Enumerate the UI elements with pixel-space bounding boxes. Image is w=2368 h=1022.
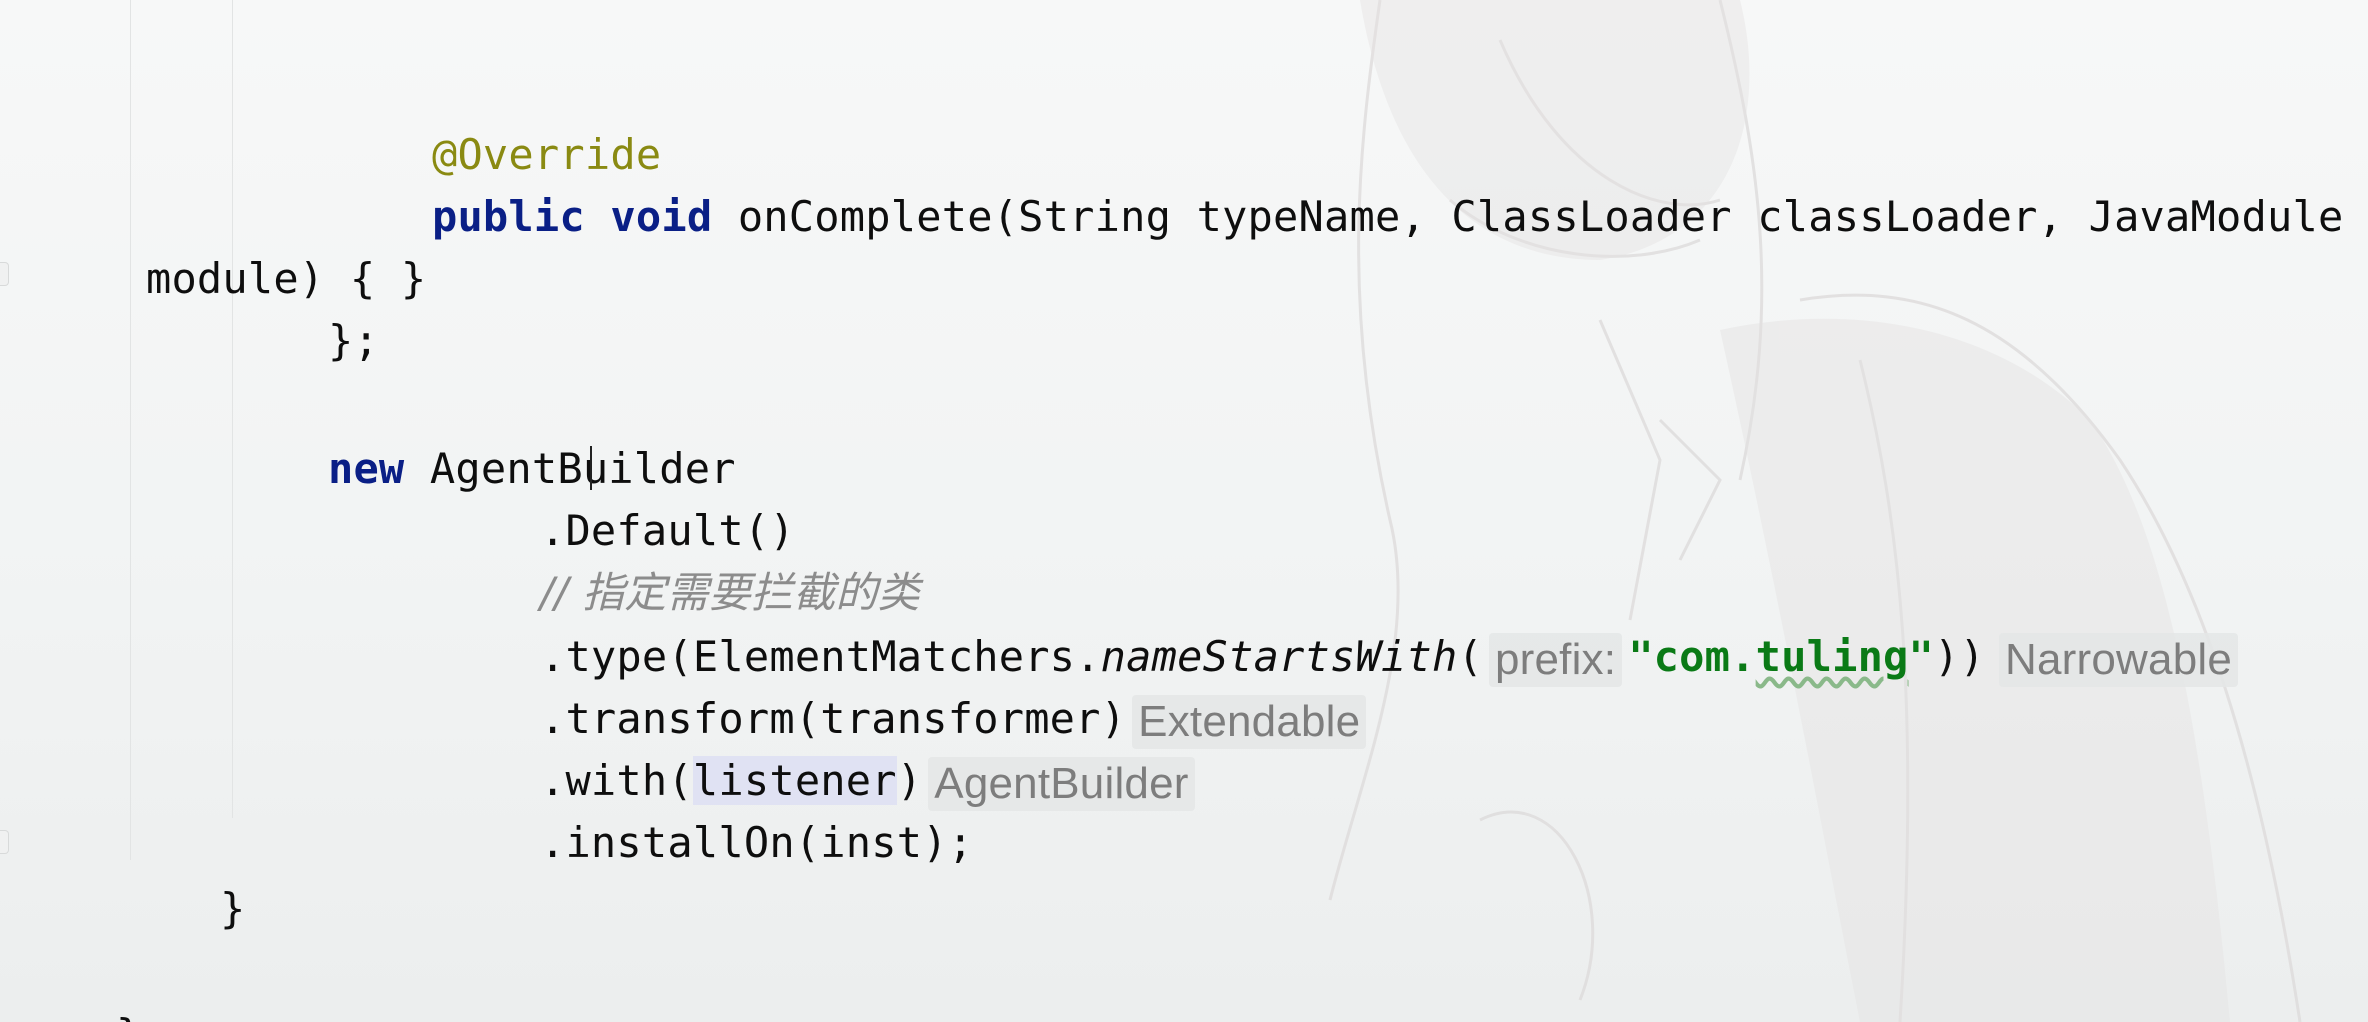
code-text: )): [1934, 632, 1986, 681]
code-line[interactable]: };: [226, 248, 379, 365]
typo-underlined-word: tuling: [1755, 632, 1909, 681]
string-literal: "com.tuling": [1628, 632, 1934, 681]
code-line[interactable]: .Default(): [438, 438, 795, 555]
fold-marker[interactable]: [0, 262, 9, 286]
code-line[interactable]: module) { }: [44, 186, 426, 303]
indent-guide: [130, 0, 131, 860]
code-text: .installOn(inst);: [539, 818, 974, 867]
code-line[interactable]: .transform(transformer) Extendable: [438, 626, 1372, 749]
string-part: ": [1908, 632, 1935, 681]
parameter-hint: prefix:: [1488, 632, 1623, 687]
code-line[interactable]: }: [118, 816, 245, 933]
keyword-void: void: [610, 192, 713, 241]
code-text: (: [1457, 632, 1483, 681]
string-part: "com.: [1628, 632, 1756, 681]
keyword-public: public: [431, 192, 585, 241]
code-line[interactable]: public void onComplete(String typeName, …: [330, 124, 2343, 241]
code-line[interactable]: @Override: [330, 62, 661, 179]
code-line[interactable]: .type(ElementMatchers.nameStartsWith(pre…: [438, 564, 2244, 687]
method-signature: onComplete(String typeName, ClassLoader …: [712, 192, 2344, 241]
code-line[interactable]: new AgentBuilder: [226, 376, 736, 493]
closing-brace: }: [219, 884, 246, 933]
closing-brace: }: [116, 1010, 142, 1022]
keyword-new: new: [327, 444, 405, 493]
code-line[interactable]: .installOn(inst);: [438, 750, 973, 867]
code-text: };: [327, 316, 379, 365]
code-line[interactable]: .with(listener) AgentBuilder: [438, 688, 1201, 811]
type-hint: Narrowable: [1999, 632, 2239, 687]
code-line[interactable]: }: [14, 942, 141, 1022]
code-editor[interactable]: @Override public void onComplete(String …: [0, 0, 2368, 1022]
text-cursor: [590, 446, 592, 490]
code-line[interactable]: // 指定需要拦截的类: [438, 500, 920, 617]
fold-marker[interactable]: [0, 830, 9, 854]
